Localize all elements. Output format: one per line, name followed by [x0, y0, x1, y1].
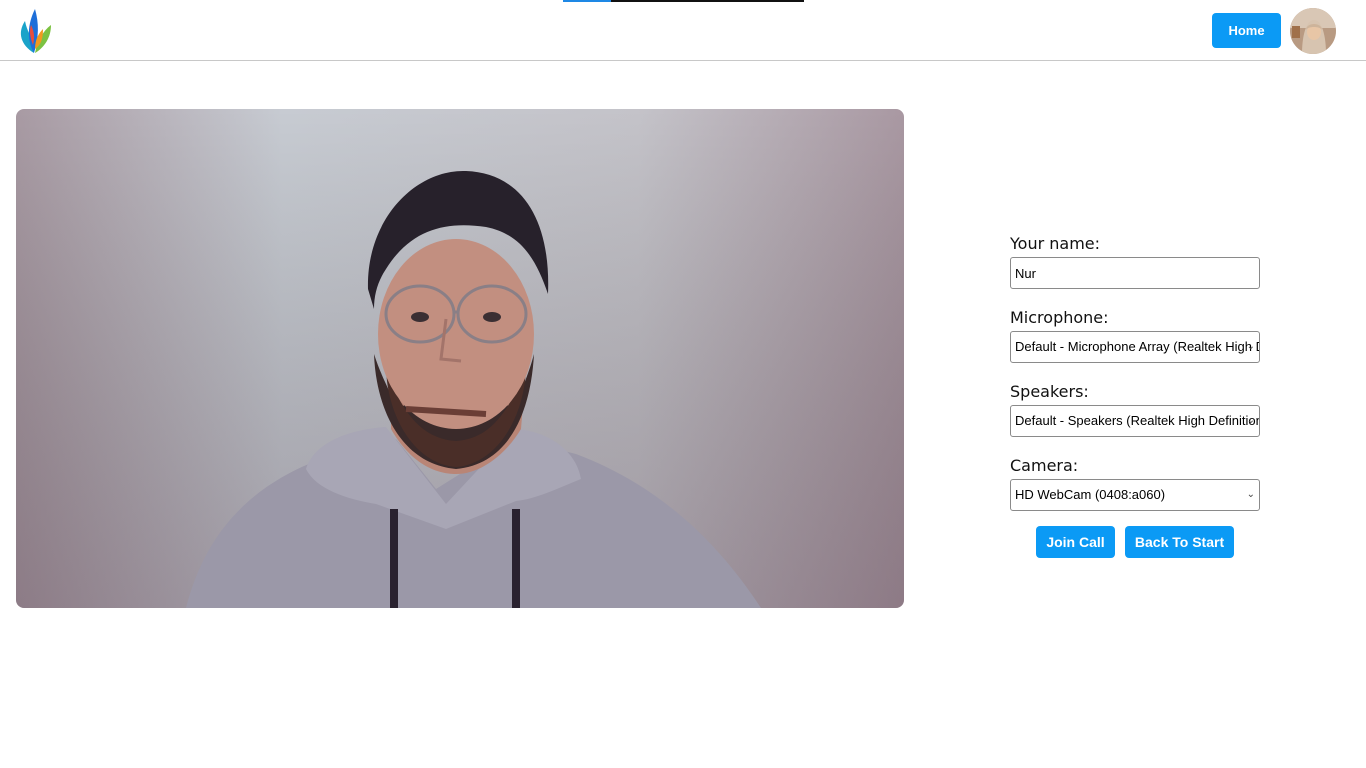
loading-progress-bar	[563, 0, 804, 2]
speakers-select[interactable]: Default - Speakers (Realtek High Definit…	[1010, 405, 1260, 437]
chevron-down-icon: ⌄	[1246, 489, 1255, 500]
speakers-selected-value: Default - Speakers (Realtek High Definit…	[1015, 413, 1260, 428]
microphone-selected-value: Default - Microphone Array (Realtek High…	[1015, 339, 1259, 354]
join-call-button[interactable]: Join Call	[1036, 526, 1115, 558]
user-avatar-icon	[1290, 8, 1336, 54]
name-label: Your name:	[1010, 234, 1101, 253]
microphone-label: Microphone:	[1010, 308, 1109, 327]
back-to-start-button[interactable]: Back To Start	[1125, 526, 1234, 558]
progress-fill	[563, 0, 612, 2]
chevron-down-icon: ⌄	[1246, 341, 1255, 352]
avatar[interactable]	[1290, 8, 1336, 54]
camera-select[interactable]: HD WebCam (0408:a060) ⌄	[1010, 479, 1260, 511]
chevron-down-icon: ⌄	[1246, 415, 1255, 426]
call-settings-form: Your name: Microphone: Default - Microph…	[1010, 233, 1260, 511]
top-bar: Home	[0, 0, 1366, 61]
camera-selected-value: HD WebCam (0408:a060)	[1015, 487, 1166, 502]
name-input[interactable]	[1010, 257, 1260, 289]
microphone-select[interactable]: Default - Microphone Array (Realtek High…	[1010, 331, 1260, 363]
camera-preview-video	[16, 109, 904, 608]
camera-label: Camera:	[1010, 456, 1079, 475]
app-logo[interactable]	[15, 5, 55, 55]
speakers-label: Speakers:	[1010, 382, 1089, 401]
leaf-flame-logo-icon	[20, 9, 51, 53]
camera-preview-image	[16, 109, 904, 608]
home-button[interactable]: Home	[1212, 13, 1281, 48]
